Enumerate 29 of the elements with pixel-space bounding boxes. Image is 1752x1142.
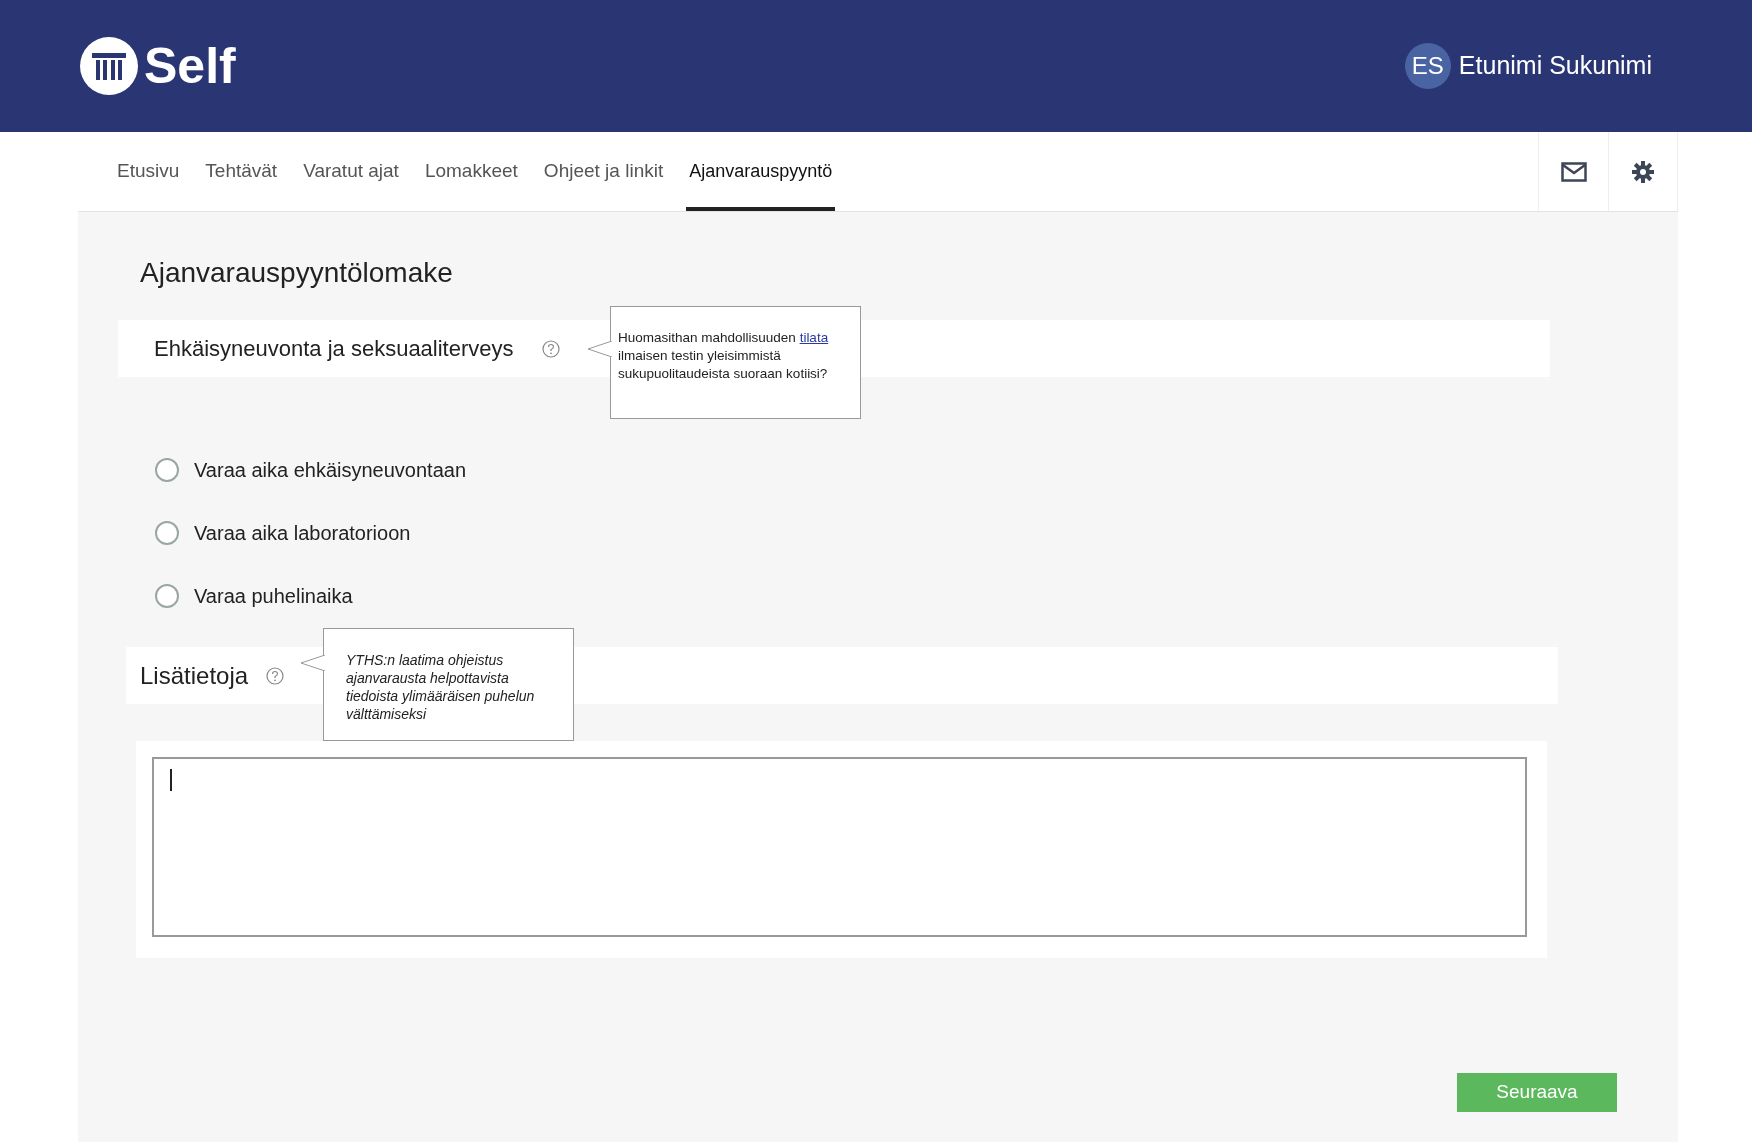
user-name: Etunimi Sukunimi [1458,50,1652,82]
nav-tab[interactable]: Etusivu [114,132,183,211]
radio-button[interactable] [155,458,179,482]
nav-tab[interactable]: Lomakkeet [421,132,521,211]
option-label: Varaa puhelinaika [194,584,353,609]
help-icon[interactable] [266,666,285,685]
settings-button[interactable] [1608,132,1678,211]
text-area[interactable] [152,757,1527,937]
pillar-logo-icon [78,35,140,97]
nav-tab[interactable]: Varatut ajat [300,132,402,211]
text-cursor [170,769,172,791]
logo-text: Self [144,41,236,91]
tooltip-text: Huomasithan mahdollisuuden tilata ilmaisen testin yleisimmistä sukupuolitaudeista suoraan kotiisi? [618,329,830,383]
option-label: Varaa aika ehkäisyneuvontaan [194,458,467,483]
page-title: Ajanvarauspyyntölomake [139,256,454,290]
section-heading: Lisätietoja [140,660,249,691]
tooltip-text: YTHS:n laatima ohjeistus ajanvarausta helpottavista tiedoista ylimääräisen puhelun välttämiseksi [346,651,536,723]
nav-tab[interactable]: Tehtävät [202,132,281,211]
help-icon[interactable] [541,339,560,358]
radio-button[interactable] [155,521,179,545]
nav-tab[interactable]: Ohjeet ja linkit [540,132,667,211]
section-heading: Ehkäisyneuvonta ja seksuaaliterveys [154,335,514,363]
order-link[interactable]: tilata [799,330,829,345]
radio-button[interactable] [155,584,179,608]
mail-icon [1560,161,1587,182]
settings-icon [1632,160,1654,183]
option-label: Varaa aika laboratorioon [194,521,411,546]
user-avatar[interactable]: ES [1404,43,1451,89]
logo[interactable]: Self [78,35,236,97]
